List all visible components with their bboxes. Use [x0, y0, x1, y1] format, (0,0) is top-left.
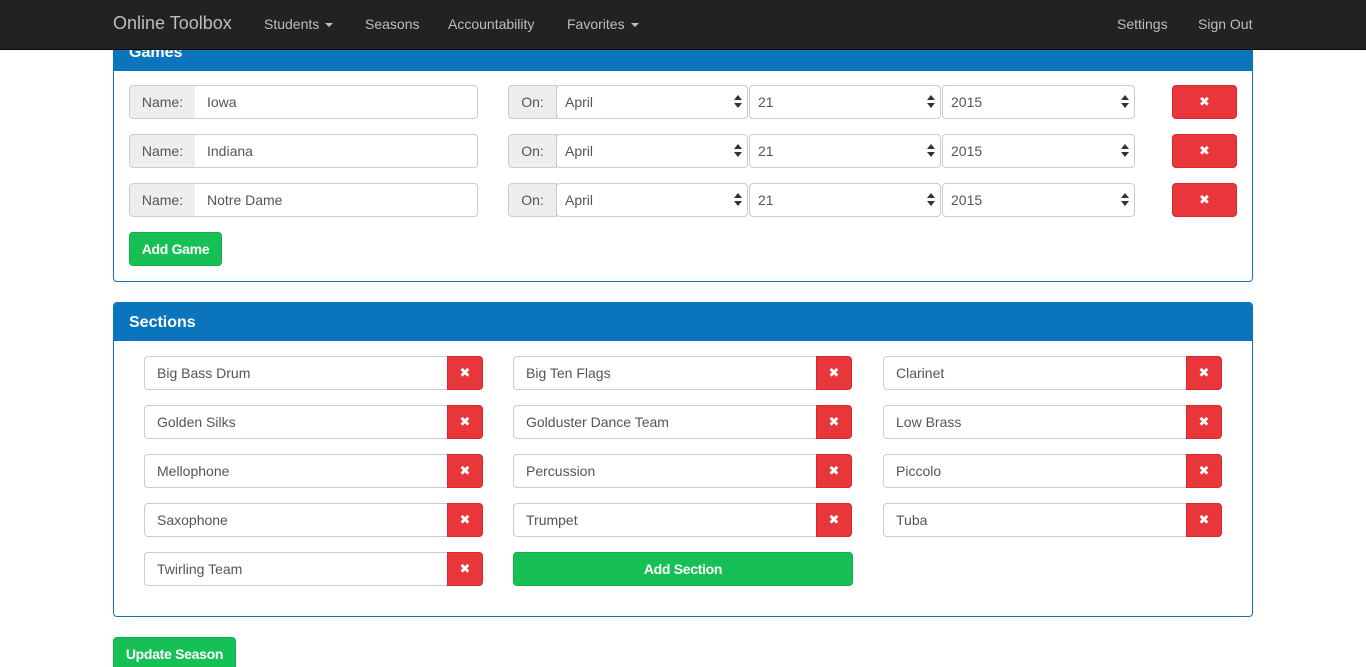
game-day-value: 21 [758, 143, 774, 159]
select-arrows-icon [1121, 95, 1129, 109]
section-name-input[interactable]: Big Ten Flags [513, 356, 816, 390]
sections-title: Sections [129, 314, 196, 331]
game-day-select[interactable]: 21 [749, 85, 941, 119]
section-name-input[interactable]: Percussion [513, 454, 816, 488]
caret-down-icon [630, 23, 639, 28]
section-name-input[interactable]: Goldust​er Dance Team [513, 405, 816, 439]
delete-section-button[interactable]: ✖ [816, 405, 852, 439]
nav-favorites-dropdown[interactable]: Favorites [567, 16, 639, 32]
delete-section-button[interactable]: ✖ [1186, 405, 1222, 439]
game-date-label: On: [508, 183, 557, 217]
nav-seasons-link[interactable]: Seasons [365, 16, 419, 32]
delete-section-button[interactable]: ✖ [447, 552, 483, 586]
update-season-button[interactable]: Update Season [113, 637, 236, 667]
section-name-input[interactable]: Clarinet [883, 356, 1186, 390]
game-month-select[interactable]: April [556, 85, 748, 119]
delete-section-button[interactable]: ✖ [816, 356, 852, 390]
section-name-input[interactable]: Twirling Team [144, 552, 447, 586]
section-name-input[interactable]: Big Bass Drum [144, 356, 447, 390]
game-name-input[interactable]: Notre Dame [195, 183, 478, 217]
close-icon: ✖ [1198, 414, 1210, 429]
delete-section-button[interactable]: ✖ [816, 454, 852, 488]
game-month-value: April [565, 143, 594, 159]
close-icon: ✖ [1198, 463, 1210, 478]
select-arrows-icon [1121, 193, 1129, 207]
close-icon: ✖ [459, 365, 471, 380]
game-name-label: Name: [129, 183, 196, 217]
game-month-value: April [565, 94, 594, 110]
game-name-label: Name: [129, 85, 196, 119]
nav-students-dropdown[interactable]: Students [264, 16, 334, 32]
select-arrows-icon [927, 95, 935, 109]
delete-section-button[interactable]: ✖ [816, 503, 852, 537]
game-year-value: 2015 [951, 94, 983, 110]
delete-section-button[interactable]: ✖ [447, 405, 483, 439]
top-navbar: Online Toolbox Students Seasons Accounta… [0, 0, 1366, 50]
select-arrows-icon [927, 144, 935, 158]
game-month-select[interactable]: April [556, 134, 748, 168]
game-date-label: On: [508, 134, 557, 168]
section-name-input[interactable]: Saxophone [144, 503, 447, 537]
select-arrows-icon [927, 193, 935, 207]
delete-game-button[interactable]: ✖ [1172, 134, 1237, 168]
delete-section-button[interactable]: ✖ [1186, 454, 1222, 488]
add-section-button[interactable]: Add Section [513, 552, 853, 586]
game-day-value: 21 [758, 94, 774, 110]
nav-sign-out-link[interactable]: Sign Out [1198, 16, 1252, 32]
sections-panel-heading: Sections [114, 303, 1252, 341]
game-month-select[interactable]: April [556, 183, 748, 217]
game-day-select[interactable]: 21 [749, 183, 941, 217]
game-month-value: April [565, 192, 594, 208]
game-year-value: 2015 [951, 143, 983, 159]
game-date-label: On: [508, 85, 557, 119]
close-icon: ✖ [459, 463, 471, 478]
nav-favorites-label: Favorites [567, 16, 625, 32]
game-year-select[interactable]: 2015 [942, 85, 1135, 119]
nav-students-label: Students [264, 16, 320, 32]
close-icon: ✖ [828, 365, 840, 380]
section-name-input[interactable]: Mellophone [144, 454, 447, 488]
close-icon: ✖ [1199, 192, 1210, 207]
select-arrows-icon [734, 144, 742, 158]
delete-section-button[interactable]: ✖ [1186, 503, 1222, 537]
add-game-button[interactable]: Add Game [129, 232, 222, 266]
close-icon: ✖ [828, 414, 840, 429]
close-icon: ✖ [828, 463, 840, 478]
game-year-value: 2015 [951, 192, 983, 208]
section-name-input[interactable]: Piccolo [883, 454, 1186, 488]
close-icon: ✖ [459, 561, 471, 576]
section-name-input[interactable]: Golden Silks [144, 405, 447, 439]
close-icon: ✖ [1198, 512, 1210, 527]
close-icon: ✖ [828, 512, 840, 527]
delete-game-button[interactable]: ✖ [1172, 183, 1237, 217]
select-arrows-icon [1121, 144, 1129, 158]
close-icon: ✖ [1199, 94, 1210, 109]
close-icon: ✖ [459, 414, 471, 429]
nav-settings-link[interactable]: Settings [1117, 16, 1168, 32]
game-name-input[interactable]: Indiana [195, 134, 478, 168]
section-name-input[interactable]: Trumpet [513, 503, 816, 537]
game-name-input[interactable]: Iowa [195, 85, 478, 119]
delete-section-button[interactable]: ✖ [1186, 356, 1222, 390]
section-name-input[interactable]: Low Brass [883, 405, 1186, 439]
game-day-select[interactable]: 21 [749, 134, 941, 168]
nav-accountability-link[interactable]: Accountability [448, 16, 534, 32]
select-arrows-icon [734, 95, 742, 109]
close-icon: ✖ [459, 512, 471, 527]
delete-game-button[interactable]: ✖ [1172, 85, 1237, 119]
close-icon: ✖ [1198, 365, 1210, 380]
delete-section-button[interactable]: ✖ [447, 503, 483, 537]
select-arrows-icon [734, 193, 742, 207]
game-name-label: Name: [129, 134, 196, 168]
section-name-input[interactable]: Tuba [883, 503, 1186, 537]
delete-section-button[interactable]: ✖ [447, 356, 483, 390]
game-year-select[interactable]: 2015 [942, 134, 1135, 168]
game-year-select[interactable]: 2015 [942, 183, 1135, 217]
brand-link[interactable]: Online Toolbox [113, 13, 232, 34]
close-icon: ✖ [1199, 143, 1210, 158]
caret-down-icon [325, 23, 334, 28]
delete-section-button[interactable]: ✖ [447, 454, 483, 488]
game-day-value: 21 [758, 192, 774, 208]
